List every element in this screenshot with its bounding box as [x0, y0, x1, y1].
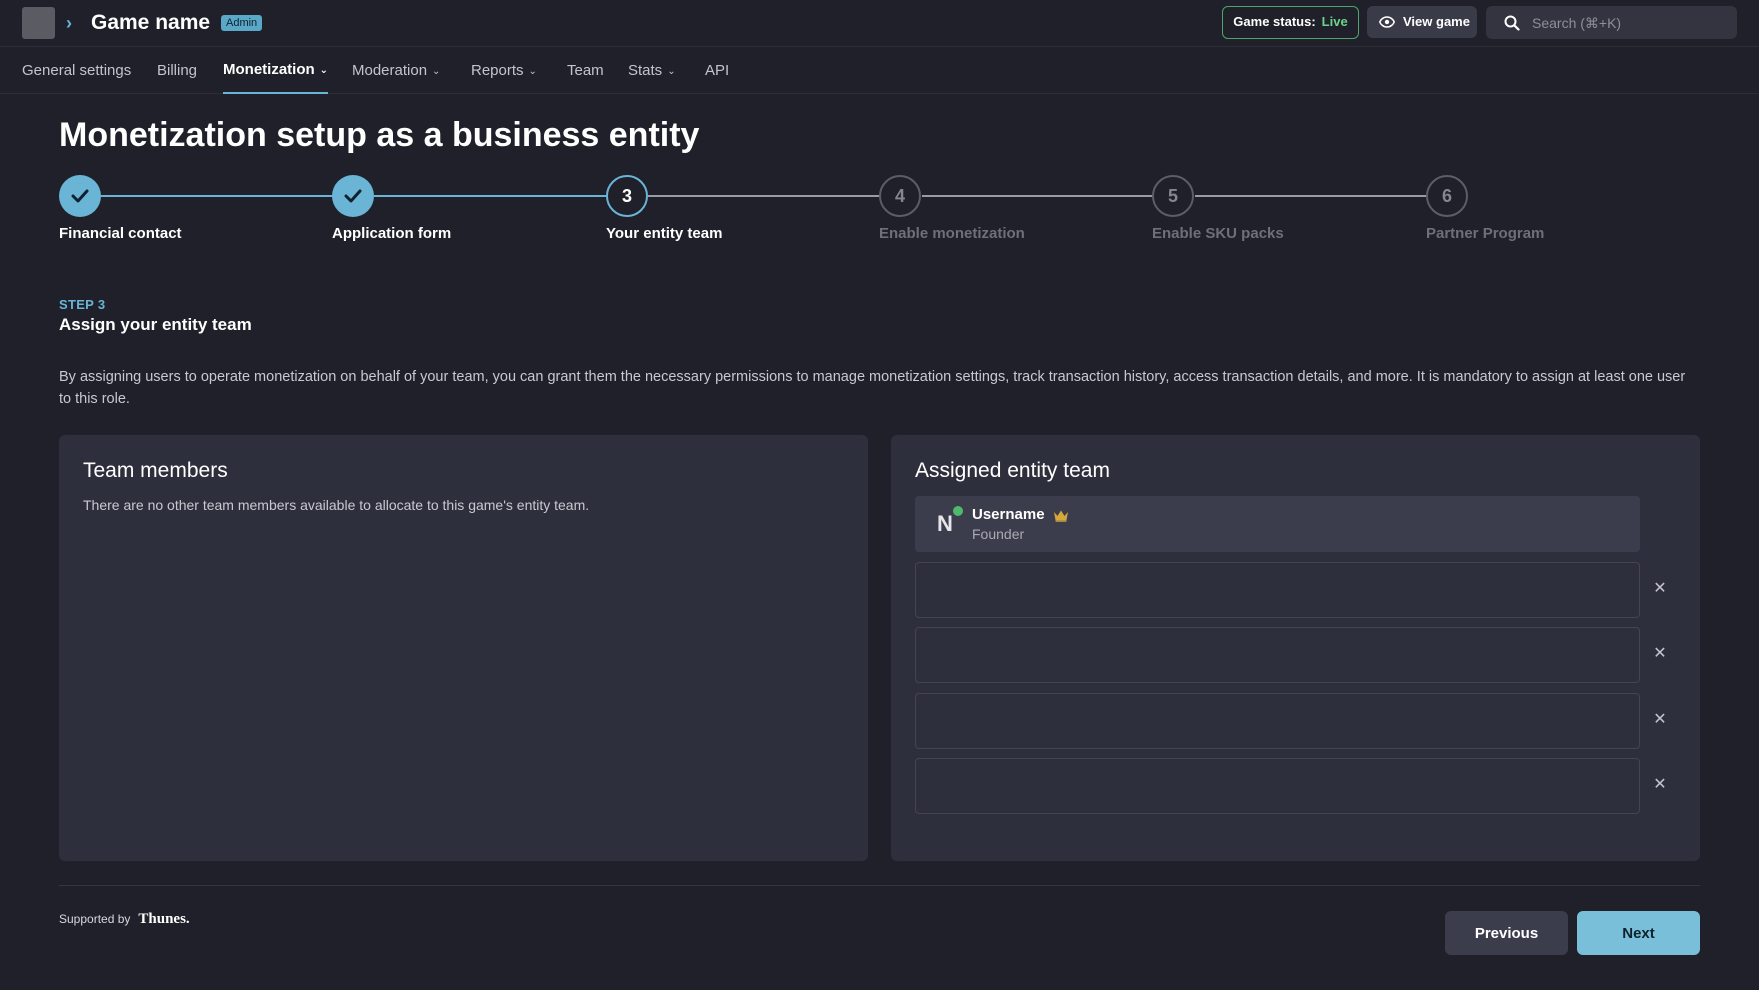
step-3-indicator: 3 [606, 175, 648, 217]
member-role: Founder [972, 526, 1025, 542]
step-6-label: Partner Program [1426, 225, 1545, 242]
step-connector [374, 195, 607, 197]
member-name-wrap: Username [972, 506, 1069, 524]
empty-member-slot[interactable] [915, 562, 1640, 618]
game-status-label: Game status: [1233, 14, 1316, 29]
footer-divider [59, 885, 1700, 886]
chevron-down-icon: ⌄ [432, 66, 441, 77]
empty-member-slot[interactable] [915, 758, 1640, 814]
member-name: Username [972, 506, 1045, 523]
step-2-indicator [332, 175, 374, 217]
page-title: Monetization setup as a business entity [59, 116, 700, 154]
tab-billing[interactable]: Billing [157, 48, 197, 94]
search-icon [1504, 15, 1520, 31]
tab-bar: General settings Billing Monetization ⌄ … [0, 48, 1759, 94]
tab-team[interactable]: Team [567, 48, 604, 94]
view-game-button[interactable]: View game [1367, 6, 1477, 38]
step-4-indicator: 4 [879, 175, 921, 217]
supported-by: Supported by Thunes. [59, 911, 190, 928]
empty-member-slot[interactable] [915, 693, 1640, 749]
game-status-pill[interactable]: Game status: Live [1222, 6, 1359, 39]
step-connector [1195, 195, 1427, 197]
step-connector [648, 195, 881, 197]
step-1-label: Financial contact [59, 225, 182, 242]
top-bar: › Game name Admin Game status: Live View … [0, 0, 1759, 47]
search-box[interactable] [1486, 6, 1737, 39]
chevron-down-icon: ⌄ [667, 66, 676, 77]
tab-monetization[interactable]: Monetization ⌄ [223, 48, 329, 94]
tab-label: API [705, 62, 730, 79]
admin-badge: Admin [221, 15, 263, 31]
tab-label: Moderation [352, 62, 428, 79]
game-name[interactable]: Game name [91, 9, 210, 37]
eye-icon [1379, 16, 1395, 28]
chevron-down-icon: ⌄ [319, 65, 329, 76]
remove-slot-icon[interactable]: ✕ [1649, 643, 1671, 665]
checkmark-icon [71, 189, 89, 203]
tab-label: Billing [157, 62, 198, 79]
checkmark-icon [344, 189, 362, 203]
tab-stats[interactable]: Stats ⌄ [628, 48, 676, 94]
tab-reports[interactable]: Reports ⌄ [471, 48, 537, 94]
step-5-indicator: 5 [1152, 175, 1194, 217]
remove-slot-icon[interactable]: ✕ [1649, 774, 1671, 796]
tab-moderation[interactable]: Moderation ⌄ [352, 48, 440, 94]
assigned-team-card: Assigned entity team N Username Founder … [891, 435, 1700, 861]
game-status-value: Live [1321, 14, 1348, 29]
remove-slot-icon[interactable]: ✕ [1649, 578, 1671, 600]
crown-icon [1053, 510, 1068, 522]
assigned-team-title: Assigned entity team [915, 459, 1110, 482]
step-2-label: Application form [332, 225, 452, 242]
previous-button[interactable]: Previous [1445, 911, 1568, 955]
step-3-label: Your entity team [606, 225, 723, 242]
step-6-indicator: 6 [1426, 175, 1468, 217]
tab-label: Monetization [223, 61, 315, 78]
step-5-label: Enable SKU packs [1152, 225, 1284, 242]
step-1-indicator [59, 175, 101, 217]
step-kicker: STEP 3 [59, 297, 106, 312]
online-status-dot [953, 506, 963, 516]
step-4-label: Enable monetization [879, 225, 1025, 242]
tab-label: Team [567, 62, 604, 79]
chevron-down-icon: ⌄ [528, 66, 537, 77]
empty-member-slot[interactable] [915, 627, 1640, 683]
assigned-member-row[interactable]: N Username Founder [915, 496, 1640, 552]
tab-label: Stats [628, 62, 663, 79]
next-button[interactable]: Next [1577, 911, 1700, 955]
tab-api[interactable]: API [705, 48, 729, 94]
step-description: By assigning users to operate monetizati… [59, 369, 1686, 407]
search-input[interactable] [1532, 14, 1712, 31]
tab-label: General settings [22, 62, 132, 79]
team-members-card: Team members There are no other team mem… [59, 435, 868, 861]
tab-general-settings[interactable]: General settings [22, 48, 131, 94]
view-game-label: View game [1403, 14, 1470, 29]
game-thumbnail[interactable] [22, 7, 55, 39]
step-title: Assign your entity team [59, 315, 252, 334]
supported-by-label: Supported by [59, 912, 131, 926]
team-members-title: Team members [83, 459, 228, 482]
step-connector [922, 195, 1154, 197]
remove-slot-icon[interactable]: ✕ [1649, 709, 1671, 731]
chevron-right-icon: › [66, 13, 72, 33]
tab-label: Reports [471, 62, 524, 79]
step-connector [101, 195, 333, 197]
team-members-empty-text: There are no other team members availabl… [83, 497, 590, 513]
thunes-logo: Thunes. [138, 911, 190, 927]
